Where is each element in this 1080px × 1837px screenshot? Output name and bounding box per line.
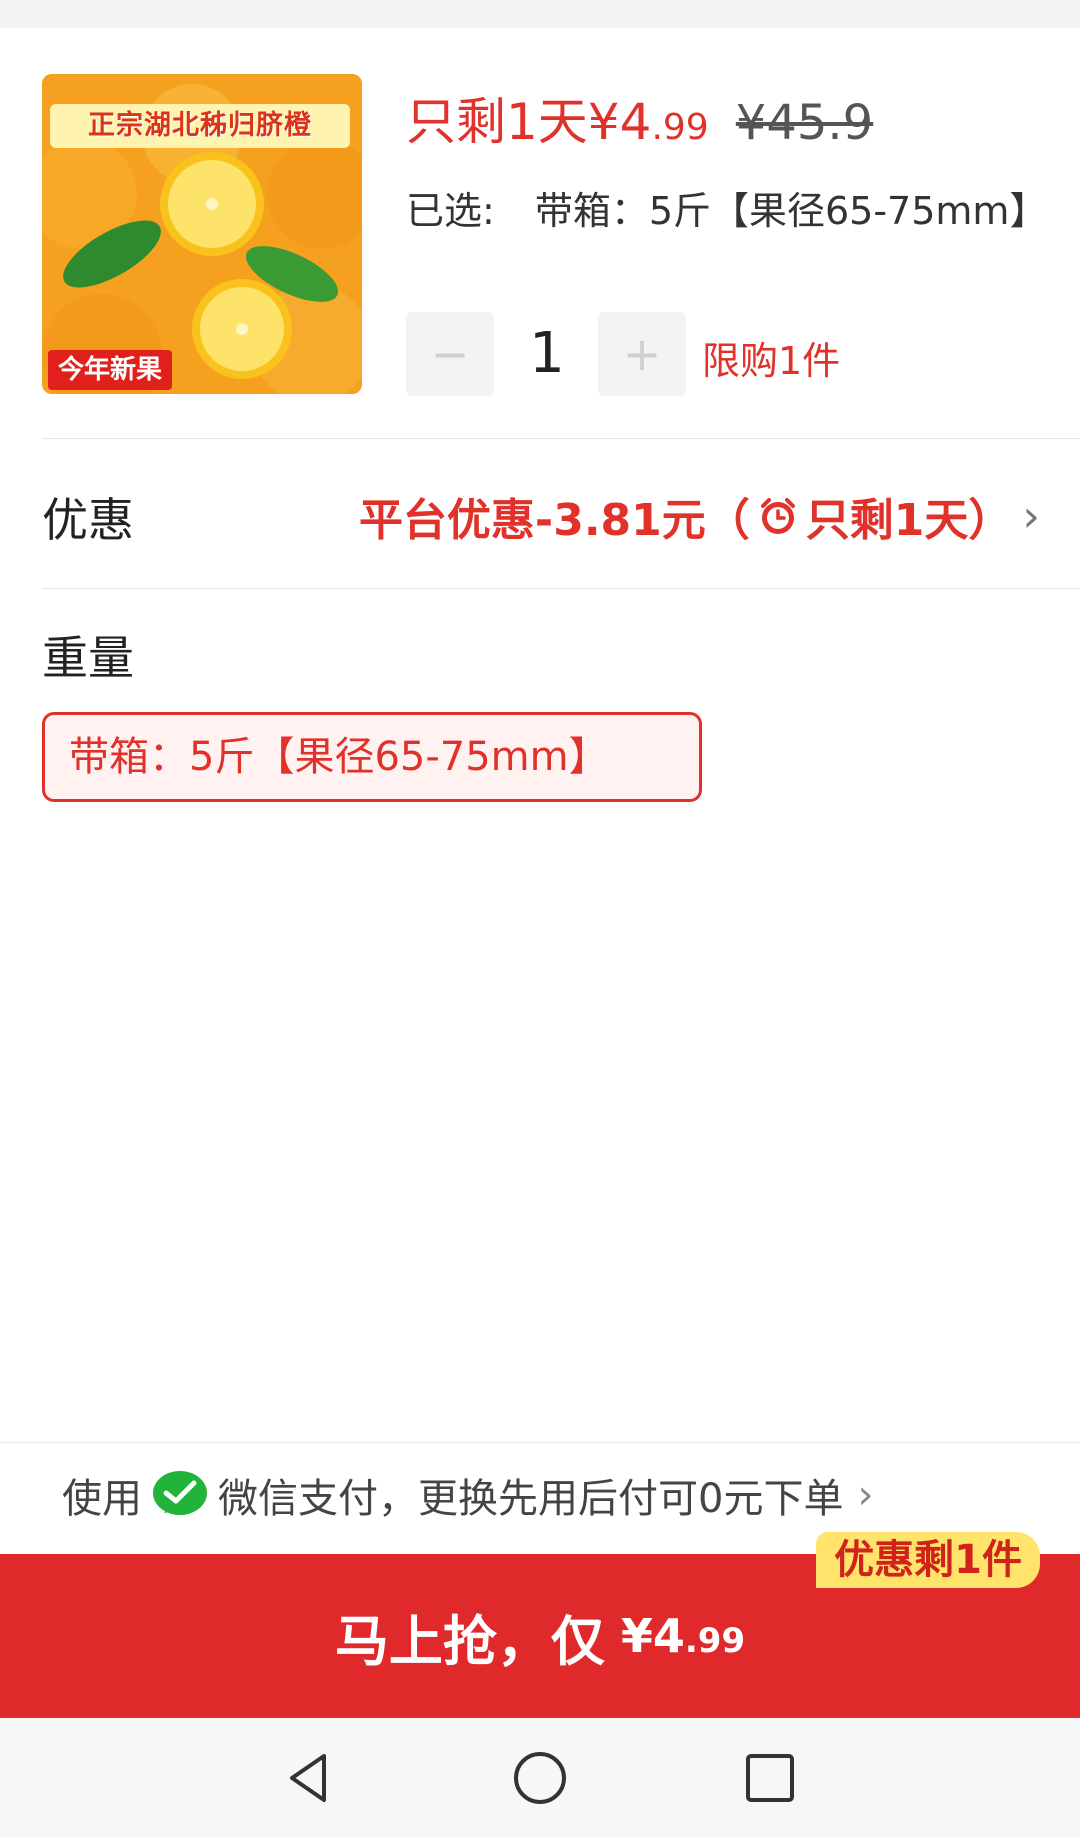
selected-value: 带箱：5斤【果径65-75mm】 (534, 189, 1048, 233)
product-image[interactable]: 正宗湖北秭归脐橙 今年新果 (42, 74, 362, 394)
decrease-button[interactable]: − (406, 312, 494, 396)
buy-price: ¥4.99 (621, 1609, 745, 1663)
chevron-right-icon: › (857, 1472, 874, 1518)
divider (42, 438, 1080, 439)
original-price: ¥45.9 (735, 95, 874, 151)
increase-button[interactable]: + (598, 312, 686, 396)
selected-spec: 已选: 带箱：5斤【果径65-75mm】 (406, 180, 1056, 235)
remaining-discount-badge: 优惠剩1件 (816, 1532, 1040, 1588)
price-prefix: 只剩1天¥ (406, 93, 620, 151)
back-icon[interactable] (280, 1748, 340, 1808)
buy-label: 马上抢，仅 (334, 1609, 605, 1673)
weight-option-selected[interactable]: 带箱：5斤【果径65-75mm】 (42, 712, 702, 802)
weight-title: 重量 (42, 631, 134, 685)
system-nav-bar (0, 1718, 1080, 1837)
image-title-banner: 正宗湖北秭归脐橙 (50, 104, 350, 148)
selected-label: 已选: (406, 189, 495, 233)
buy-price-decimal: .99 (684, 1621, 746, 1661)
price-integer: 4 (619, 93, 652, 151)
buy-price-integer: ¥4 (620, 1609, 685, 1663)
wechat-pay-icon (153, 1471, 207, 1515)
image-new-badge: 今年新果 (48, 350, 173, 390)
quantity-value[interactable]: 1 (512, 312, 582, 396)
home-icon[interactable] (510, 1748, 570, 1808)
discount-row[interactable]: 平台优惠-3.81元（ 只剩1天） › (359, 484, 1040, 548)
clock-icon (760, 498, 795, 534)
price-decimal: .99 (651, 107, 709, 148)
divider (0, 1442, 1080, 1443)
price-line: 只剩1天¥4.99 ¥45.9 (406, 82, 873, 152)
discount-amount: 平台优惠-3.81元（ (358, 495, 750, 546)
chevron-right-icon: › (1022, 490, 1040, 542)
status-strip (0, 0, 1080, 28)
payment-method-row[interactable]: 使用 微信支付，更换先用后付可0元下单 › (62, 1466, 873, 1524)
purchase-limit: 限购1件 (702, 339, 841, 383)
payment-text: 微信支付，更换先用后付可0元下单 (218, 1476, 844, 1522)
payment-prefix: 使用 (62, 1476, 142, 1522)
divider (42, 588, 1080, 589)
discount-time-left: 只剩1天） (805, 495, 1013, 546)
discount-label: 优惠 (42, 493, 134, 547)
recents-icon[interactable] (740, 1748, 800, 1808)
